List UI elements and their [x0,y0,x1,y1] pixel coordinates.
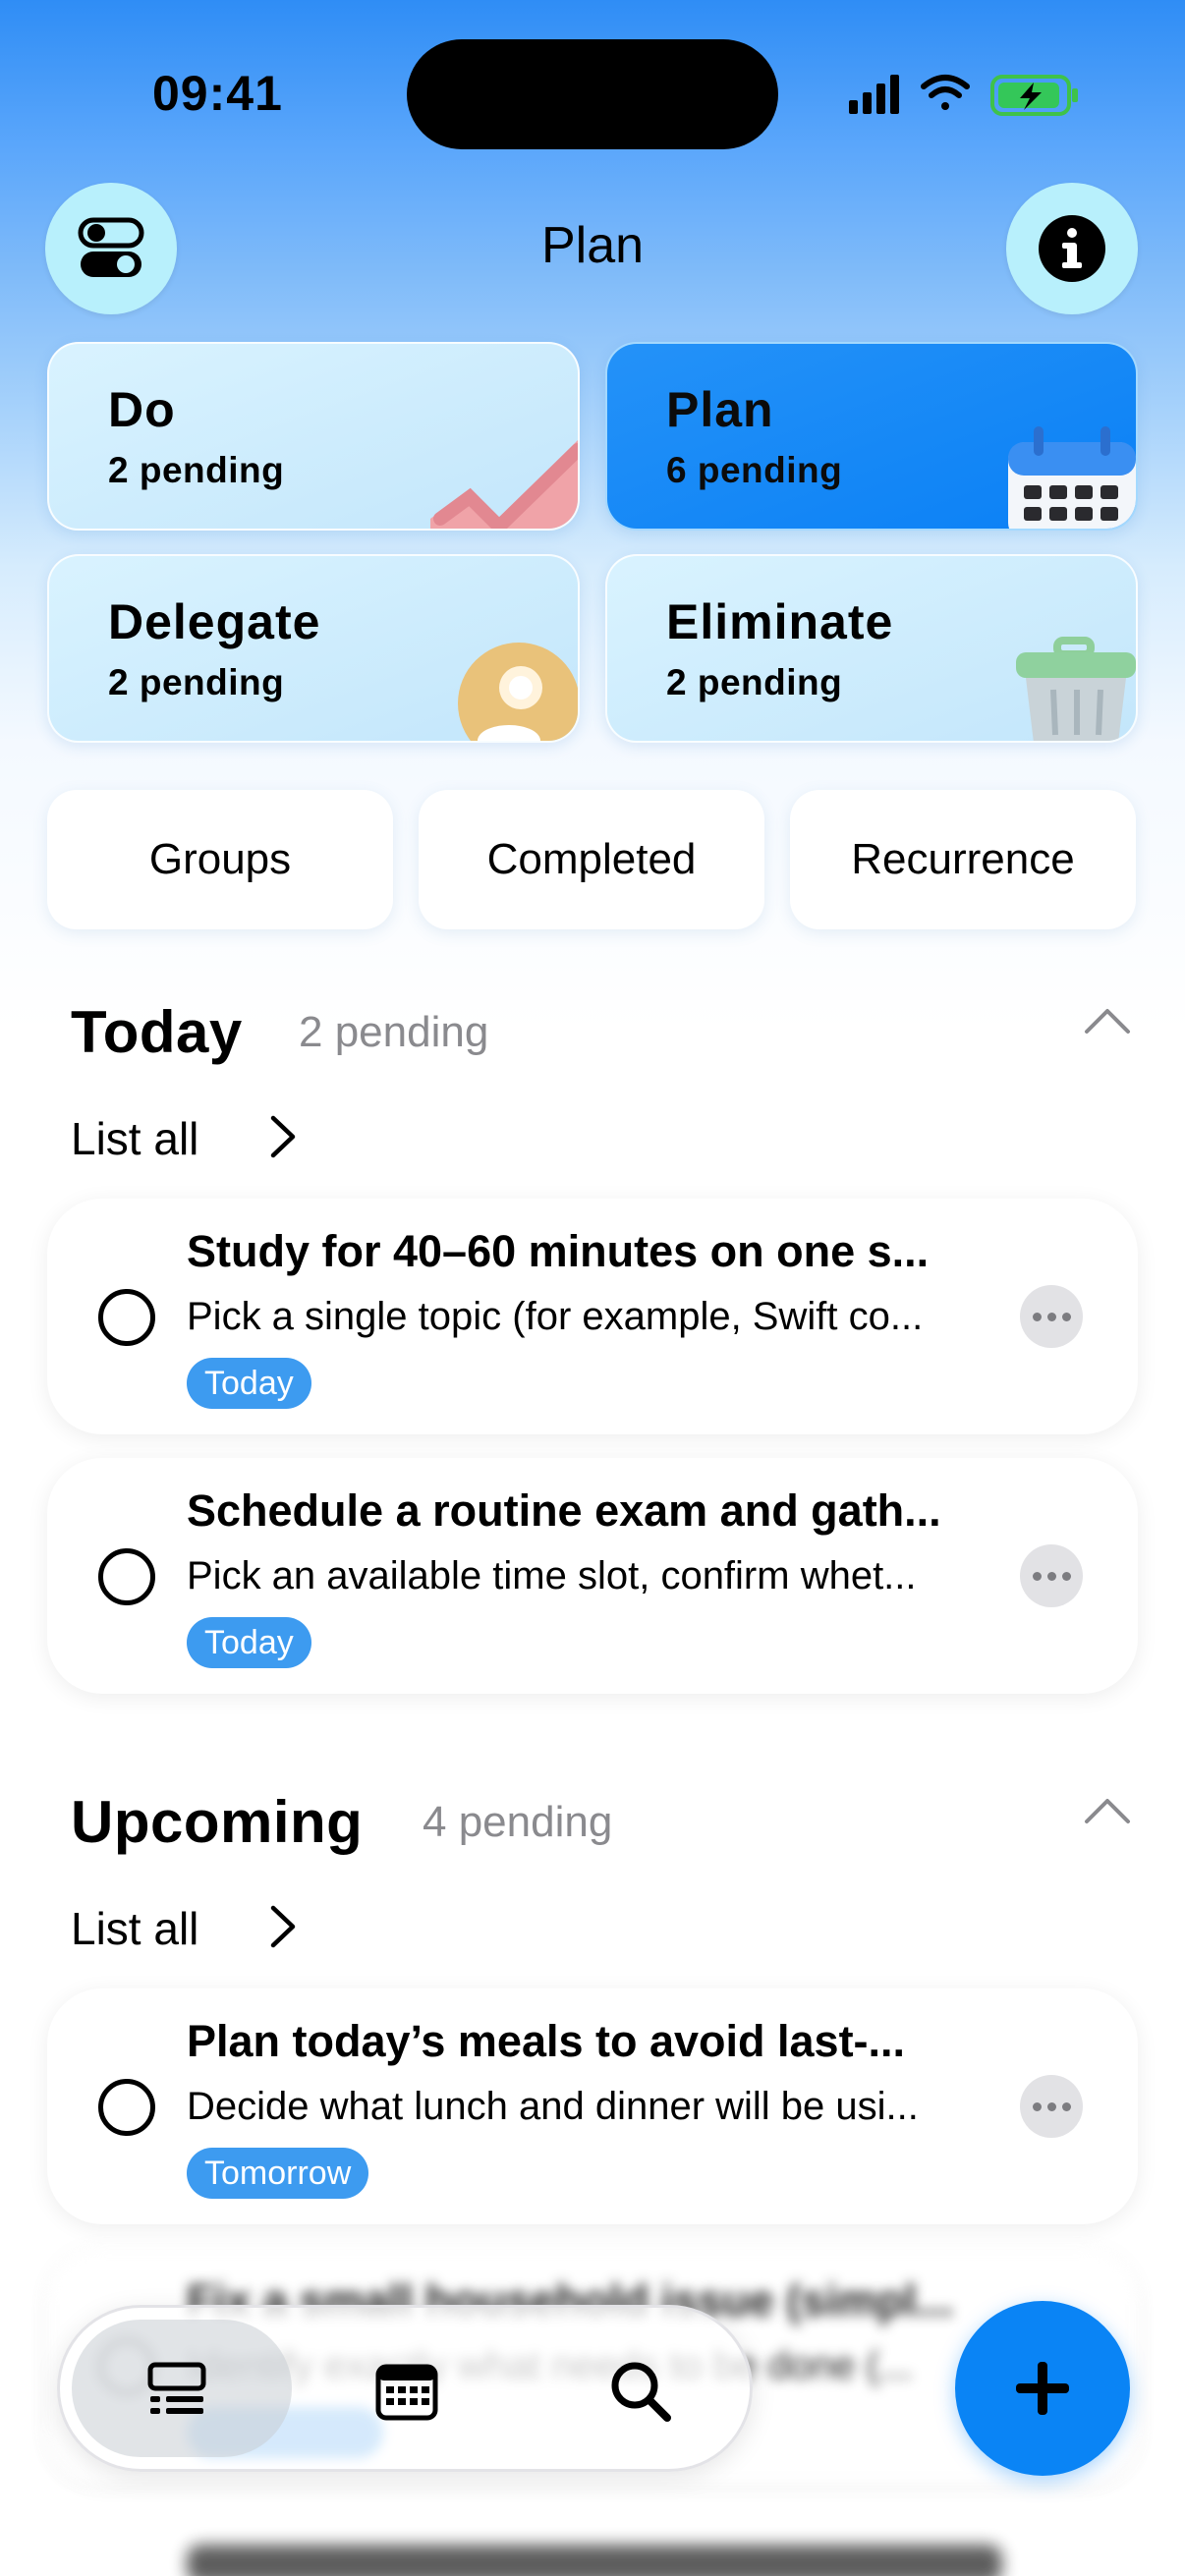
tab-bar [57,2305,753,2472]
quadrant-title: Delegate [108,594,321,649]
next-task-ghost [187,2545,1002,2576]
status-time: 09:41 [152,66,283,121]
section-title-upcoming: Upcoming [71,1789,364,1855]
task-more-button[interactable] [1020,1285,1083,1348]
section-count-upcoming: 4 pending [423,1798,613,1846]
quadrant-title: Eliminate [666,594,894,649]
calendar-art-icon [1008,426,1136,529]
chevron-right-icon[interactable] [265,1904,299,1949]
quadrant-plan-card[interactable]: Plan 6 pending [605,342,1138,531]
groups-button[interactable]: Groups [47,790,393,929]
info-button[interactable] [1006,183,1138,314]
list-all-today-link[interactable]: List all [71,1112,198,1165]
toggle-icon [78,217,144,277]
collapse-upcoming-chevron-icon[interactable] [1083,1796,1132,1825]
battery-icon [990,75,1078,116]
people-art-icon [458,643,578,741]
section-count-today: 2 pending [299,1008,489,1056]
search-icon[interactable] [606,2357,675,2426]
checkmark-art-icon [430,440,578,529]
status-icons [847,71,1083,118]
completed-button[interactable]: Completed [419,790,764,929]
task-description: Pick an available time slot, confirm whe… [187,1554,917,1597]
calendar-icon[interactable] [372,2357,441,2426]
task-card[interactable]: Schedule a routine exam and gath... Pick… [47,1458,1138,1694]
collapse-today-chevron-icon[interactable] [1083,1006,1132,1036]
task-more-button[interactable] [1020,1544,1083,1607]
task-card[interactable]: Plan today’s meals to avoid last-... Dec… [47,1988,1138,2224]
task-date-tag: Tomorrow [187,2148,369,2199]
quadrant-do-card[interactable]: Do 2 pending [47,342,580,531]
quadrant-eliminate-card[interactable]: Eliminate 2 pending [605,554,1138,743]
list-all-upcoming-link[interactable]: List all [71,1902,198,1955]
task-date-tag: Today [187,1358,311,1409]
chevron-right-icon[interactable] [265,1114,299,1159]
task-date-tag: Today [187,1617,311,1668]
task-title: Plan today’s meals to avoid last-... [187,2016,906,2066]
task-complete-radio[interactable] [98,2079,155,2136]
add-task-button[interactable] [955,2301,1130,2476]
task-card[interactable]: Study for 40–60 minutes on one s... Pick… [47,1199,1138,1434]
dynamic-island [407,39,778,149]
page-title: Plan [540,217,645,274]
quadrant-pending: 2 pending [666,662,843,702]
section-title-today: Today [71,999,243,1065]
list-icon[interactable] [142,2357,211,2426]
trash-art-icon [1016,637,1136,741]
task-complete-radio[interactable] [98,1289,155,1346]
recurrence-button[interactable]: Recurrence [790,790,1136,929]
task-more-button[interactable] [1020,2075,1083,2138]
quadrant-delegate-card[interactable]: Delegate 2 pending [47,554,580,743]
cellular-signal-icon [849,75,899,114]
view-toggle-button[interactable] [45,183,177,314]
task-description: Decide what lunch and dinner will be usi… [187,2085,919,2128]
quadrant-title: Plan [666,382,774,437]
task-title: Schedule a routine exam and gath... [187,1485,941,1536]
wifi-icon [921,75,970,110]
task-title: Study for 40–60 minutes on one s... [187,1226,930,1276]
quadrant-pending: 6 pending [666,450,843,490]
task-description: Pick a single topic (for example, Swift … [187,1295,924,1338]
quadrant-title: Do [108,382,176,437]
quadrant-pending: 2 pending [108,450,285,490]
info-icon [1039,215,1105,282]
plus-icon [1016,2362,1069,2415]
quadrant-pending: 2 pending [108,662,285,702]
task-complete-radio[interactable] [98,1548,155,1605]
